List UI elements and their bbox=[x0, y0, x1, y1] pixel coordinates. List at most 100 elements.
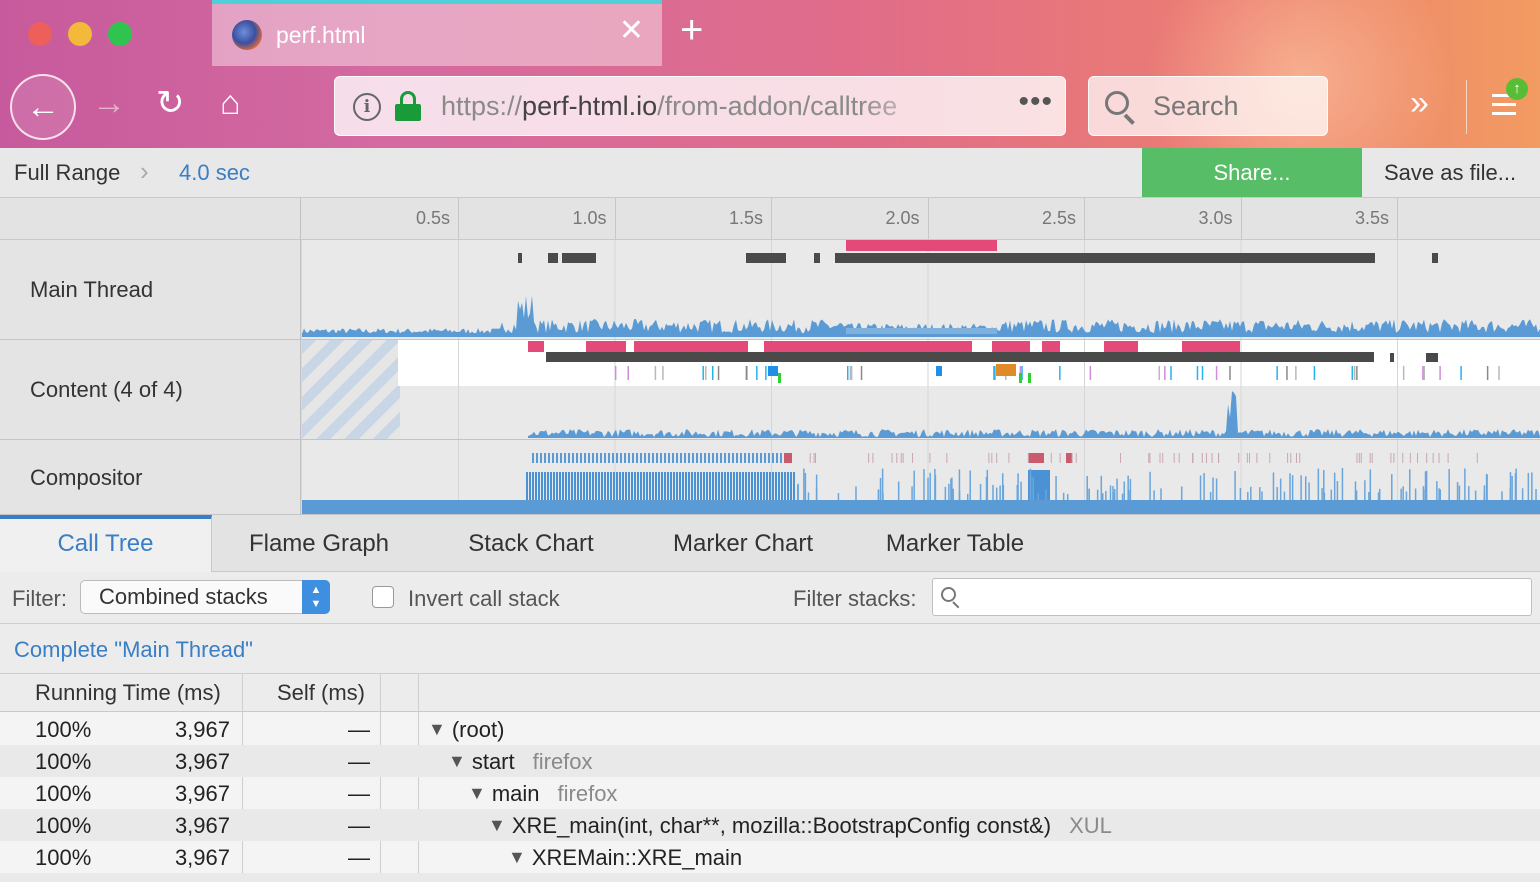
activity-bar bbox=[1289, 473, 1291, 500]
activity-bar bbox=[1422, 486, 1425, 500]
marker-tick bbox=[1393, 453, 1395, 463]
tree-row[interactable]: 100% 3,967 — ▼ start firefox bbox=[0, 745, 1540, 777]
expand-triangle-icon[interactable]: ▼ bbox=[488, 815, 506, 836]
track-label[interactable]: Content (4 of 4) bbox=[0, 340, 301, 439]
marker-tick bbox=[900, 453, 902, 463]
activity-bar bbox=[807, 492, 810, 500]
content-graph[interactable] bbox=[302, 340, 1540, 439]
activity-bar bbox=[1037, 493, 1039, 500]
timeline-ruler[interactable]: 0.5s 1.0s 1.5s 2.0s 2.5s 3.0s 3.5s bbox=[0, 198, 1540, 240]
activity-bar bbox=[619, 472, 621, 500]
main-thread-activity-graph[interactable] bbox=[302, 240, 1540, 339]
filter-select[interactable]: Combined stacks ▲ ▼ bbox=[80, 580, 330, 614]
tab-call-tree[interactable]: Call Tree bbox=[0, 515, 212, 572]
activity-bar bbox=[992, 485, 994, 500]
tab-marker-table[interactable]: Marker Table bbox=[866, 515, 1044, 572]
close-window-button[interactable] bbox=[28, 22, 52, 46]
tab-stack-chart[interactable]: Stack Chart bbox=[448, 515, 614, 572]
activity-bar bbox=[1448, 469, 1450, 500]
content-activity-graph[interactable] bbox=[302, 340, 1540, 439]
track-content[interactable]: Content (4 of 4) bbox=[0, 340, 1540, 440]
share-button[interactable]: Share... bbox=[1142, 148, 1362, 197]
marker-tick bbox=[1075, 453, 1077, 463]
marker-tick bbox=[564, 453, 566, 463]
activity-bar bbox=[952, 488, 954, 500]
marker-tick bbox=[700, 453, 702, 463]
save-as-file-button[interactable]: Save as file... bbox=[1384, 160, 1516, 186]
marker-tick bbox=[745, 366, 748, 380]
marker-tick bbox=[544, 453, 546, 463]
marker-tick bbox=[664, 453, 666, 463]
marker-tick bbox=[1201, 453, 1203, 463]
zoom-window-button[interactable] bbox=[108, 22, 132, 46]
info-icon[interactable]: i bbox=[353, 93, 381, 121]
activity-bar bbox=[733, 472, 735, 500]
marker-tick bbox=[1248, 453, 1250, 463]
marker-tick bbox=[1066, 453, 1072, 463]
invert-call-stack-label[interactable]: Invert call stack bbox=[408, 586, 560, 612]
tree-row[interactable]: 100% 3,967 — ▼ XRE_main(int, char**, mozi… bbox=[0, 809, 1540, 841]
activity-bar bbox=[526, 472, 528, 500]
minimize-window-button[interactable] bbox=[68, 22, 92, 46]
tree-row[interactable]: 100% 3,967 — ▼ (root) bbox=[0, 713, 1540, 745]
compositor-graph[interactable] bbox=[302, 440, 1540, 514]
url-scheme: https:// bbox=[441, 91, 523, 121]
url-text[interactable]: https://perf-html.io/from-addon/calltree bbox=[441, 91, 941, 122]
marker-tick bbox=[588, 453, 590, 463]
marker-tick bbox=[764, 453, 766, 463]
browser-tab[interactable]: perf.html ✕ bbox=[212, 0, 662, 66]
marker-tick bbox=[1402, 366, 1405, 380]
update-badge-icon[interactable]: ↑ bbox=[1506, 78, 1528, 100]
compositor-activity-graph[interactable] bbox=[302, 440, 1540, 514]
tree-row[interactable]: 100% 3,967 — ▼ XREMain::XRE_main bbox=[0, 841, 1540, 873]
expand-triangle-icon[interactable]: ▼ bbox=[448, 751, 466, 772]
track-compositor[interactable]: Compositor bbox=[0, 440, 1540, 515]
marker-tick bbox=[640, 453, 642, 463]
activity-bar bbox=[673, 472, 675, 500]
reload-button[interactable]: ↻ bbox=[156, 86, 185, 120]
breadcrumb-full-range[interactable]: Full Range bbox=[14, 160, 120, 186]
home-button[interactable]: ⌂ bbox=[220, 86, 241, 120]
activity-bar bbox=[1468, 486, 1470, 500]
forward-button[interactable]: → bbox=[92, 86, 126, 120]
invert-call-stack-checkbox[interactable] bbox=[372, 586, 394, 608]
filter-stacks-input[interactable] bbox=[932, 578, 1532, 616]
expand-triangle-icon[interactable]: ▼ bbox=[428, 719, 446, 740]
activity-bar bbox=[1250, 486, 1252, 500]
expand-triangle-icon[interactable]: ▼ bbox=[468, 783, 486, 804]
marker-tick bbox=[748, 453, 750, 463]
marker-tick bbox=[1426, 453, 1428, 463]
marker-tick bbox=[668, 453, 670, 463]
activity-bar bbox=[529, 472, 531, 500]
marker-tick bbox=[860, 366, 863, 380]
tree-row-partial[interactable] bbox=[0, 873, 1540, 882]
marker-tick bbox=[1402, 453, 1404, 463]
breadcrumb-range[interactable]: 4.0 sec bbox=[179, 160, 250, 186]
marker-bar bbox=[992, 341, 1030, 352]
expand-triangle-icon[interactable]: ▼ bbox=[508, 847, 526, 868]
marker-tick bbox=[654, 366, 657, 380]
back-button[interactable]: ← bbox=[10, 74, 76, 140]
new-tab-button[interactable]: + bbox=[680, 10, 703, 50]
overflow-icon[interactable]: » bbox=[1410, 86, 1429, 120]
marker-tick bbox=[572, 453, 574, 463]
marker-tick bbox=[1178, 453, 1180, 463]
tree-row[interactable]: 100% 3,967 — ▼ main firefox bbox=[0, 777, 1540, 809]
call-tree-body[interactable]: 100% 3,967 — ▼ (root) 100% 3,967 — ▼ start… bbox=[0, 712, 1540, 882]
lock-icon[interactable] bbox=[395, 91, 421, 121]
activity-bar bbox=[1247, 491, 1249, 500]
page-actions-icon[interactable]: ••• bbox=[1018, 85, 1053, 119]
track-label[interactable]: Compositor bbox=[0, 440, 301, 514]
tab-flame-graph[interactable]: Flame Graph bbox=[230, 515, 408, 572]
close-tab-icon[interactable]: ✕ bbox=[619, 16, 644, 46]
search-bar[interactable]: Search bbox=[1088, 76, 1328, 136]
activity-bar bbox=[625, 472, 627, 500]
track-main-thread[interactable]: Main Thread bbox=[0, 240, 1540, 340]
url-bar[interactable]: i https://perf-html.io/from-addon/calltr… bbox=[334, 76, 1066, 136]
tab-marker-chart[interactable]: Marker Chart bbox=[652, 515, 834, 572]
marker-tick bbox=[1205, 453, 1207, 463]
marker-tick bbox=[765, 366, 767, 380]
activity-bar bbox=[631, 472, 633, 500]
main-thread-graph[interactable] bbox=[302, 240, 1540, 339]
track-label[interactable]: Main Thread bbox=[0, 240, 301, 339]
